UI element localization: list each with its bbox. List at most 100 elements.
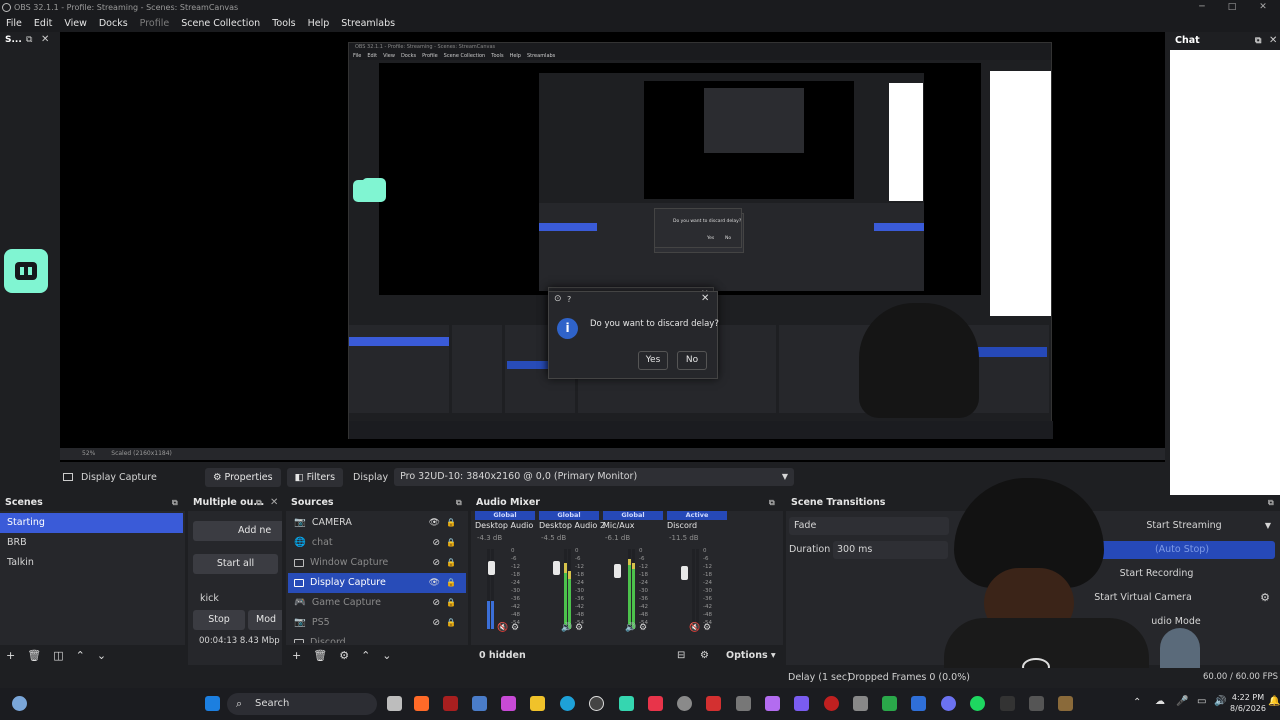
zoom-level[interactable]: 52% (82, 450, 95, 457)
stop-button[interactable]: Stop (193, 610, 245, 630)
spotify-icon[interactable] (970, 696, 985, 711)
taskbar-search[interactable]: ⌕ Search (227, 693, 377, 715)
close-dock-icon[interactable]: ✕ (1269, 32, 1277, 50)
app-icon[interactable] (706, 696, 721, 711)
scene-item-talkin[interactable]: Talkin (0, 553, 183, 573)
remove-source-icon[interactable]: 🗑 (313, 649, 327, 662)
muted-speaker-icon[interactable]: 🔇 (497, 623, 508, 633)
speaker-icon[interactable]: 🔊 (1214, 696, 1226, 707)
muted-speaker-icon[interactable]: 🔇 (689, 623, 700, 633)
menu-profile[interactable]: Profile (134, 18, 176, 29)
visibility-hidden-icon[interactable]: ⊘ (432, 553, 440, 573)
move-up-icon[interactable]: ⌃ (76, 649, 85, 662)
scene-item-brb[interactable]: BRB (0, 533, 183, 553)
visibility-eye-icon[interactable]: 👁 (429, 513, 440, 533)
remove-scene-icon[interactable]: 🗑 (27, 649, 41, 662)
minimize-button[interactable]: ─ (1187, 0, 1217, 15)
scene-filters-icon[interactable]: ◫ (53, 649, 63, 662)
lock-icon[interactable]: 🔒 (446, 613, 456, 633)
preview-canvas[interactable]: OBS 32.1.1 - Profile: Streaming - Scenes… (60, 32, 1165, 462)
float-dock-icon[interactable]: ⧉ (256, 495, 262, 511)
app-icon[interactable] (794, 696, 809, 711)
mixer-layout-icon[interactable]: ⊟ (677, 650, 685, 661)
modify-button[interactable]: Mod (248, 610, 282, 630)
app-icon[interactable] (677, 696, 692, 711)
virtual-camera-settings-icon[interactable]: ⚙ (1255, 589, 1275, 607)
transition-select[interactable]: Fade (789, 517, 949, 535)
float-dock-icon[interactable]: ⧉ (456, 495, 462, 511)
volume-fader[interactable] (553, 561, 560, 575)
dialog-no-button[interactable]: No (677, 351, 707, 370)
menu-streamlabs[interactable]: Streamlabs (335, 18, 401, 29)
source-item-chat[interactable]: 🌐 chat ⊘ 🔒 (288, 533, 466, 553)
audio-settings-icon[interactable]: ⚙ (639, 623, 647, 633)
app-icon[interactable] (1058, 696, 1073, 711)
volume-fader[interactable] (614, 564, 621, 578)
lock-icon[interactable]: 🔒 (446, 553, 456, 573)
menu-file[interactable]: File (0, 18, 28, 29)
audio-settings-icon[interactable]: ⚙ (575, 623, 583, 633)
source-item-camera[interactable]: 📷 CAMERA 👁 🔒 (288, 513, 466, 533)
visibility-hidden-icon[interactable]: ⊘ (432, 533, 440, 553)
float-dock-icon[interactable]: ⧉ (769, 495, 775, 511)
menu-tools[interactable]: Tools (266, 18, 301, 29)
duration-input[interactable]: 300 ms (833, 541, 948, 559)
xbox-icon[interactable] (882, 696, 897, 711)
app-icon[interactable] (1029, 696, 1044, 711)
visibility-hidden-icon[interactable]: ⊘ (432, 593, 440, 613)
clock[interactable]: 4:22 PM 8/6/2026 (1228, 692, 1268, 714)
source-item-ps5[interactable]: 📷 PS5 ⊘ 🔒 (288, 613, 466, 633)
app-icon[interactable] (824, 696, 839, 711)
mixer-settings-icon[interactable]: ⚙ (700, 650, 709, 661)
start-all-button[interactable]: Start all (193, 554, 278, 574)
microphone-icon[interactable]: 🎤 (1176, 696, 1188, 707)
source-item-window-capture[interactable]: Window Capture ⊘ 🔒 (288, 553, 466, 573)
source-properties-icon[interactable]: ⚙ (339, 649, 349, 662)
filters-button[interactable]: ◧ Filters (286, 467, 344, 487)
lock-icon[interactable]: 🔒 (446, 513, 456, 533)
copilot-icon[interactable] (501, 696, 516, 711)
menu-view[interactable]: View (58, 18, 93, 29)
menu-docks[interactable]: Docks (93, 18, 134, 29)
volume-fader[interactable] (681, 566, 688, 580)
dialog-close-icon[interactable]: ✕ (701, 293, 709, 304)
add-scene-icon[interactable]: + (6, 649, 15, 662)
close-dock-icon[interactable]: ✕ (270, 495, 278, 511)
lock-icon[interactable]: 🔒 (446, 573, 456, 593)
float-dock-icon[interactable]: ⧉ (1268, 495, 1274, 511)
source-item-discord[interactable]: Discord (288, 633, 466, 643)
file-explorer-icon[interactable] (530, 696, 545, 711)
source-item-game-capture[interactable]: 🎮 Game Capture ⊘ 🔒 (288, 593, 466, 613)
app-icon[interactable] (736, 696, 751, 711)
steam-icon[interactable] (472, 696, 487, 711)
dialog-yes-button[interactable]: Yes (638, 351, 668, 370)
float-dock-icon[interactable]: ⧉ (1255, 32, 1261, 50)
lock-icon[interactable]: 🔒 (446, 593, 456, 613)
display-select[interactable]: Pro 32UD-10: 3840x2160 @ 0,0 (Primary Mo… (394, 468, 795, 486)
edge-icon[interactable] (560, 696, 575, 711)
move-down-icon[interactable]: ⌄ (382, 649, 391, 662)
settings-icon[interactable] (853, 696, 868, 711)
visibility-eye-icon[interactable]: 👁 (429, 573, 440, 593)
task-view-icon[interactable] (387, 696, 402, 711)
float-dock-icon[interactable]: ⧉ (172, 495, 178, 511)
onedrive-icon[interactable]: ☁ (1155, 696, 1165, 707)
brave-icon[interactable] (414, 696, 429, 711)
menu-scene-collection[interactable]: Scene Collection (175, 18, 266, 29)
app-icon[interactable] (443, 696, 458, 711)
chat-browser[interactable] (1170, 50, 1280, 524)
weather-icon[interactable] (12, 696, 27, 711)
speaker-icon[interactable]: 🔊 (561, 623, 572, 633)
obs-icon[interactable] (589, 696, 604, 711)
scene-item-starting[interactable]: Starting (0, 513, 183, 533)
network-icon[interactable]: ▭ (1197, 696, 1206, 707)
menu-help[interactable]: Help (302, 18, 336, 29)
visibility-hidden-icon[interactable]: ⊘ (432, 613, 440, 633)
streamlabs-logo-icon[interactable] (4, 249, 48, 293)
source-item-display-capture[interactable]: Display Capture 👁 🔒 (288, 573, 466, 593)
close-dock-icon[interactable]: ✕ (41, 34, 49, 45)
mixer-options-button[interactable]: Options ▾ (726, 650, 776, 661)
add-source-icon[interactable]: + (292, 649, 301, 662)
chevron-up-icon[interactable]: ⌃ (1133, 697, 1141, 708)
close-button[interactable]: ✕ (1248, 0, 1278, 15)
